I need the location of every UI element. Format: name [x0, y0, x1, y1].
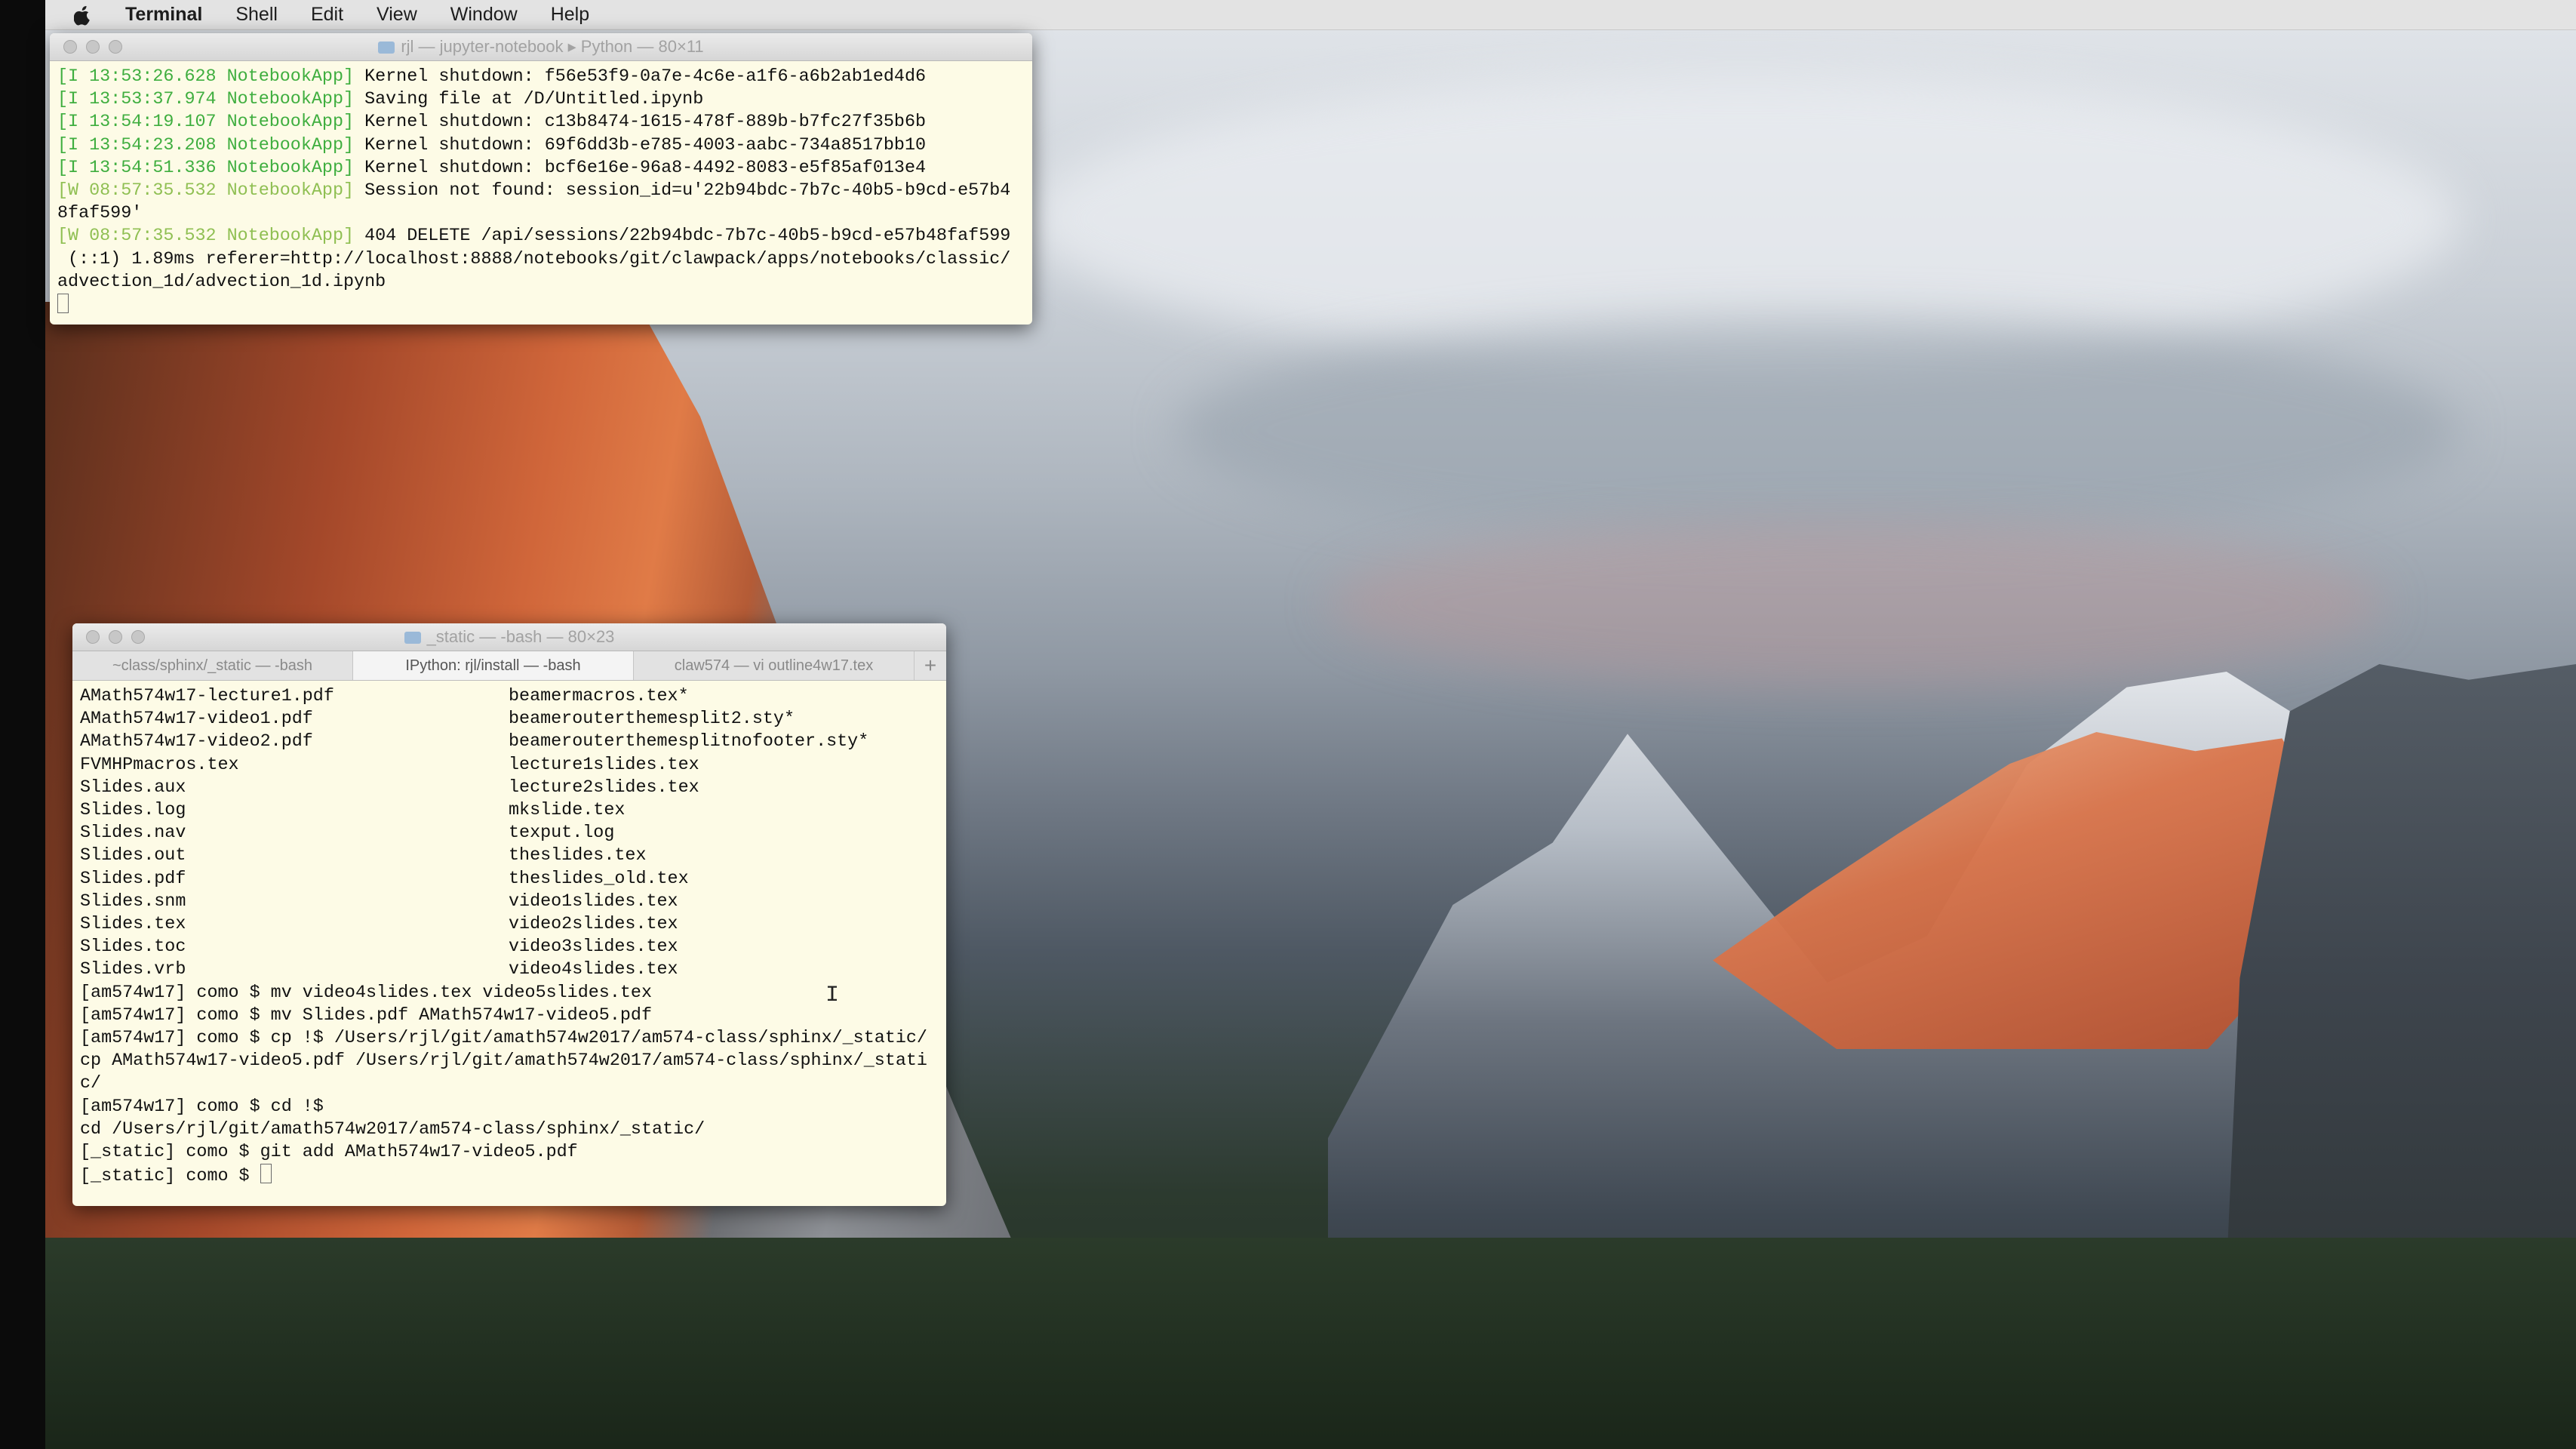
- window-title: _static — -bash — 80×23: [72, 627, 946, 647]
- listing-row: AMath574w17-video2.pdf beamerouterthemesp…: [80, 732, 869, 752]
- menu-bar: Terminal Shell Edit View Window Help: [45, 0, 2576, 30]
- log-line: [W 08:57:35.532 NotebookApp] Session not…: [57, 181, 1011, 202]
- menu-app-terminal[interactable]: Terminal: [125, 4, 202, 26]
- listing-row: Slides.vrb video4slides.tex: [80, 960, 678, 980]
- listing-row: Slides.nav texput.log: [80, 823, 615, 844]
- menu-shell[interactable]: Shell: [235, 4, 278, 26]
- listing-row: AMath574w17-video1.pdf beamerouterthemesp…: [80, 709, 795, 730]
- command-line: cp AMath574w17-video5.pdf /Users/rjl/git…: [80, 1051, 927, 1072]
- log-line: 8faf599': [57, 204, 143, 224]
- listing-row: Slides.toc video3slides.tex: [80, 937, 678, 958]
- log-line: [I 13:53:26.628 NotebookApp] Kernel shut…: [57, 67, 927, 87]
- window-title: rjl — jupyter-notebook ▸ Python — 80×11: [50, 37, 1032, 57]
- prompt-line: [57, 294, 1025, 318]
- log-line: advection_1d/advection_1d.ipynb: [57, 272, 386, 292]
- command-line: [am574w17] como $ mv video4slides.tex vi…: [80, 983, 652, 1003]
- command-line: cd /Users/rjl/git/amath574w2017/am574-cl…: [80, 1119, 705, 1140]
- terminal-output[interactable]: [I 13:53:26.628 NotebookApp] Kernel shut…: [50, 61, 1032, 322]
- wallpaper-forest: [45, 1238, 2576, 1449]
- log-line: [W 08:57:35.532 NotebookApp] 404 DELETE …: [57, 226, 1011, 247]
- tab-ipython-install[interactable]: IPython: rjl/install — -bash: [353, 651, 634, 680]
- new-tab-button[interactable]: +: [915, 651, 946, 680]
- tab-static-bash[interactable]: ~class/sphinx/_static — -bash: [72, 651, 353, 680]
- terminal-cursor: [57, 294, 69, 314]
- window-title-text: rjl — jupyter-notebook ▸ Python — 80×11: [401, 37, 704, 56]
- listing-row: Slides.snm video1slides.tex: [80, 891, 678, 912]
- listing-row: AMath574w17-lecture1.pdf beamermacros.tex…: [80, 687, 689, 706]
- log-line: [I 13:54:23.208 NotebookApp] Kernel shut…: [57, 135, 927, 155]
- listing-row: Slides.log mkslide.tex: [80, 801, 626, 821]
- log-line: (::1) 1.89ms referer=http://localhost:88…: [57, 249, 1011, 269]
- wallpaper-cloud: [1328, 521, 2384, 687]
- listing-row: Slides.pdf theslides_old.tex: [80, 869, 689, 889]
- listing-row: Slides.aux lecture2slides.tex: [80, 777, 699, 798]
- tab-claw574-vi[interactable]: claw574 — vi outline4w17.tex: [634, 651, 915, 680]
- notebook-terminal-window[interactable]: rjl — jupyter-notebook ▸ Python — 80×11 …: [50, 33, 1032, 325]
- command-line: [_static] como $ git add AMath574w17-vid…: [80, 1143, 578, 1163]
- wallpaper-sunlit-peak: [1713, 732, 2332, 1049]
- folder-icon: [404, 632, 421, 644]
- command-line: [am574w17] como $ mv Slides.pdf AMath574…: [80, 1005, 652, 1026]
- menu-edit[interactable]: Edit: [311, 4, 343, 26]
- terminal-output[interactable]: AMath574w17-lecture1.pdf beamermacros.tex…: [72, 681, 946, 1192]
- apple-icon[interactable]: [74, 5, 92, 26]
- log-line: [I 13:53:37.974 NotebookApp] Saving file…: [57, 90, 704, 110]
- log-line: [I 13:54:51.336 NotebookApp] Kernel shut…: [57, 158, 927, 178]
- folder-icon: [378, 42, 395, 54]
- listing-row: Slides.tex video2slides.tex: [80, 915, 678, 935]
- menu-view[interactable]: View: [377, 4, 417, 26]
- prompt-line: [_static] como $: [80, 1164, 939, 1188]
- window-title-text: _static — -bash — 80×23: [426, 627, 615, 646]
- menu-help[interactable]: Help: [551, 4, 589, 26]
- command-line: [am574w17] como $ cp !$ /Users/rjl/git/a…: [80, 1029, 927, 1049]
- text-cursor-icon: I: [825, 983, 840, 1008]
- command-line: c/: [80, 1074, 102, 1094]
- menu-window[interactable]: Window: [450, 4, 518, 26]
- window-titlebar[interactable]: _static — -bash — 80×23: [72, 623, 946, 651]
- window-titlebar[interactable]: rjl — jupyter-notebook ▸ Python — 80×11: [50, 33, 1032, 61]
- wallpaper-cloud: [1177, 317, 2460, 543]
- listing-row: Slides.out theslides.tex: [80, 846, 647, 866]
- terminal-tab-bar: ~class/sphinx/_static — -bash IPython: r…: [72, 651, 946, 681]
- command-line: [am574w17] como $ cd !$: [80, 1097, 324, 1117]
- listing-row: FVMHPmacros.tex lecture1slides.tex: [80, 755, 699, 775]
- bash-terminal-window[interactable]: _static — -bash — 80×23 ~class/sphinx/_s…: [72, 623, 946, 1206]
- log-line: [I 13:54:19.107 NotebookApp] Kernel shut…: [57, 112, 927, 133]
- terminal-cursor: [260, 1164, 272, 1184]
